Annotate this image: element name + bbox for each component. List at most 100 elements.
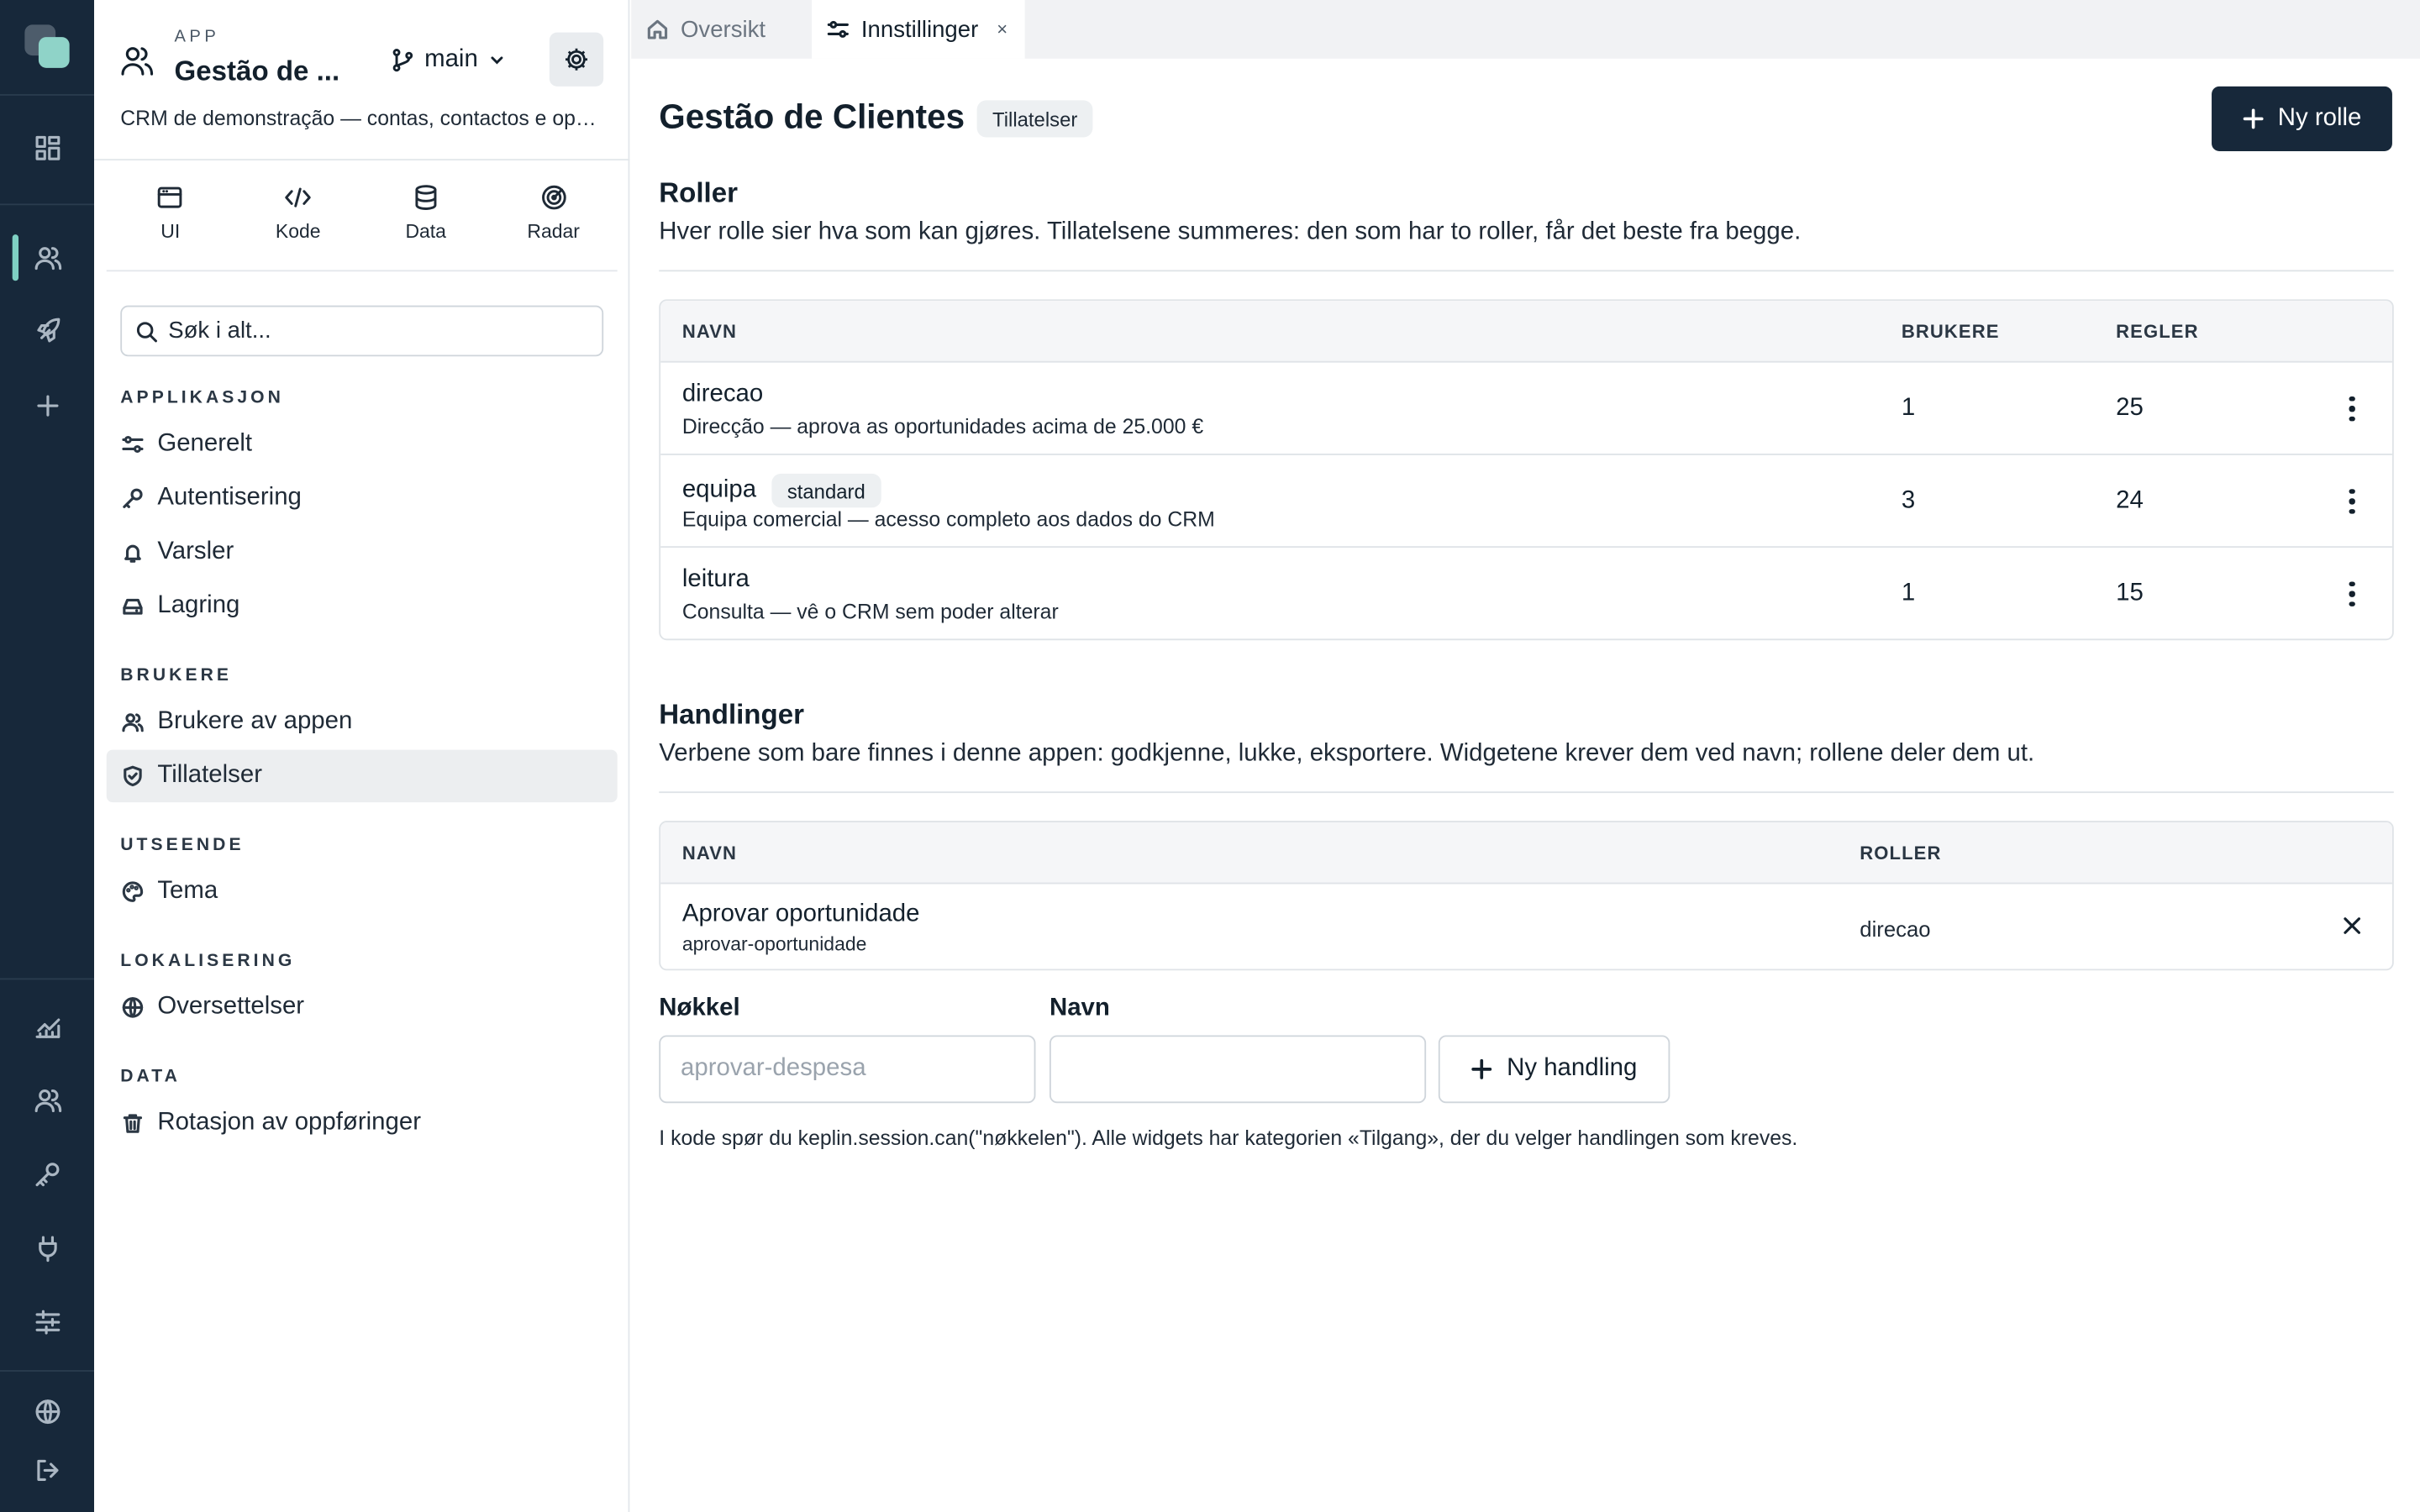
- sidebar-item-label: Varsler: [157, 538, 234, 565]
- column-header-rules: REGLER: [2116, 321, 2199, 343]
- new-role-button[interactable]: Ny rolle: [2212, 86, 2392, 152]
- more-options-icon[interactable]: [2339, 393, 2364, 424]
- action-key: aprovar-oportunidade: [681, 933, 867, 955]
- sidebar-item-label: Rotasjon av oppføringer: [157, 1109, 421, 1136]
- role-rule-count: 24: [2116, 487, 2144, 514]
- plus-icon[interactable]: [24, 381, 73, 431]
- remove-icon[interactable]: [2339, 913, 2364, 937]
- more-options-icon[interactable]: [2339, 579, 2364, 610]
- default-role-badge: standard: [771, 473, 881, 508]
- sidebar-item-label: Autentisering: [157, 484, 302, 511]
- rail-divider: [0, 978, 95, 980]
- divider: [659, 791, 2394, 794]
- section-title-applikasjon: APPLIKASJON: [120, 388, 284, 407]
- table-row[interactable]: equipa standard Equipa comercial — acess…: [660, 455, 2392, 549]
- action-name: Aprovar oportunidade: [681, 900, 920, 927]
- sidebar-item-tillatelser[interactable]: Tillatelser: [106, 749, 618, 803]
- sidebar-item-lagring[interactable]: Lagring: [107, 580, 618, 633]
- view-tab-label: Data: [405, 220, 446, 243]
- close-tab-icon[interactable]: ×: [997, 18, 1007, 40]
- sidebar-item-autentisering[interactable]: Autentisering: [107, 472, 618, 524]
- role-description: Consulta — vê o CRM sem poder alterar: [681, 600, 1059, 624]
- sidebar-item-label: Generelt: [157, 430, 253, 457]
- role-user-count: 3: [1901, 487, 1916, 514]
- radar-icon: [541, 185, 566, 210]
- app-kicker: APP: [174, 28, 220, 47]
- column-header-roles: ROLLER: [1860, 842, 1942, 864]
- search-field[interactable]: [120, 305, 604, 357]
- code-icon: [285, 187, 311, 207]
- nav-rail: [0, 0, 95, 1512]
- dashboard-icon[interactable]: [24, 123, 73, 173]
- view-tab-data[interactable]: Data: [362, 162, 490, 270]
- logout-icon[interactable]: [24, 1446, 73, 1495]
- more-options-icon[interactable]: [2339, 486, 2364, 517]
- section-title-brukere: BRUKERE: [120, 666, 232, 685]
- sidebar-item-tema[interactable]: Tema: [107, 865, 618, 917]
- users-icon: [122, 713, 144, 732]
- sliders-icon[interactable]: [24, 1298, 73, 1347]
- help-note: I kode spør du keplin.session.can("nøkke…: [659, 1126, 1798, 1150]
- table-row[interactable]: Aprovar oportunidade aprovar-oportunidad…: [660, 884, 2392, 969]
- roles-description: Hver rolle sier hva som kan gjøres. Till…: [659, 218, 1802, 246]
- role-description: Direcção — aprova as oportunidades acima…: [681, 415, 1204, 438]
- view-tab-code[interactable]: Kode: [234, 162, 362, 270]
- tab-innstillinger[interactable]: Innstillinger ×: [812, 0, 1025, 59]
- main-content: Gestão de Clientes Tillatelser Ny rolle …: [631, 59, 2420, 1512]
- new-action-button[interactable]: Ny handling: [1438, 1035, 1670, 1104]
- view-tab-ui[interactable]: UI: [107, 162, 234, 270]
- chevron-down-icon: [490, 56, 502, 65]
- browser-window-icon: [158, 186, 183, 208]
- gear-icon: [566, 48, 588, 71]
- app-settings-button[interactable]: [549, 32, 604, 87]
- action-name-input[interactable]: [1049, 1035, 1427, 1104]
- page-badge: Tillatelser: [976, 100, 1093, 138]
- view-tab-radar[interactable]: Radar: [490, 162, 618, 270]
- sidebar-item-varsler[interactable]: Varsler: [107, 526, 618, 578]
- table-header: NAVN BRUKERE REGLER: [660, 301, 2392, 363]
- globe-icon[interactable]: [24, 1387, 73, 1436]
- section-title-data: DATA: [120, 1068, 181, 1087]
- role-rule-count: 25: [2116, 395, 2144, 422]
- divider: [659, 270, 2394, 272]
- action-key-input[interactable]: [659, 1035, 1036, 1104]
- role-name-text: equipa: [681, 476, 757, 503]
- sidebar-item-label: Brukere av appen: [157, 708, 353, 735]
- sliders-icon: [122, 435, 144, 453]
- table-header: NAVN ROLLER: [660, 822, 2392, 885]
- search-input[interactable]: [168, 318, 586, 344]
- bell-icon: [124, 544, 141, 563]
- table-row[interactable]: leitura Consulta — vê o CRM sem poder al…: [660, 548, 2392, 638]
- palette-icon: [122, 881, 144, 902]
- branch-selector[interactable]: main: [391, 43, 506, 76]
- name-field-label: Navn: [1049, 995, 1110, 1021]
- table-row[interactable]: direcao Direcção — aprova as oportunidad…: [660, 363, 2392, 455]
- app-logo[interactable]: [24, 24, 71, 71]
- sidebar-item-rotasjon[interactable]: Rotasjon av oppføringer: [107, 1097, 618, 1149]
- new-action-label: Ny handling: [1507, 1055, 1638, 1082]
- action-roles: direcao: [1860, 916, 1931, 942]
- view-tab-label: UI: [160, 220, 181, 243]
- column-header-name: NAVN: [681, 321, 738, 343]
- plug-icon[interactable]: [24, 1224, 73, 1273]
- sidebar-item-generelt[interactable]: Generelt: [107, 418, 618, 470]
- tab-oversikt[interactable]: Oversikt: [631, 0, 812, 59]
- analytics-icon[interactable]: [24, 1001, 73, 1051]
- section-title-utseende: UTSEENDE: [120, 836, 245, 855]
- users-icon[interactable]: [24, 233, 73, 282]
- sidebar-item-brukere-av-appen[interactable]: Brukere av appen: [107, 696, 618, 748]
- column-header-name: NAVN: [681, 842, 738, 864]
- editor-tabs: Oversikt Innstillinger ×: [631, 0, 2420, 59]
- settings-sidebar: APP Gestão de ... main CRM de demonstraç…: [94, 0, 630, 1512]
- key-icon[interactable]: [24, 1149, 73, 1199]
- team-icon[interactable]: [24, 1075, 73, 1125]
- role-name: direcao: [682, 381, 763, 409]
- app-name: Gestão de ...: [174, 55, 340, 87]
- tab-label: Innstillinger: [860, 16, 979, 43]
- sidebar-item-label: Oversettelser: [157, 993, 305, 1021]
- database-icon: [415, 185, 437, 210]
- rocket-icon[interactable]: [24, 307, 73, 357]
- sidebar-item-oversettelser[interactable]: Oversettelser: [107, 981, 618, 1033]
- role-name: equipa standard: [681, 473, 881, 508]
- sidebar-item-label: Tillatelser: [157, 762, 263, 789]
